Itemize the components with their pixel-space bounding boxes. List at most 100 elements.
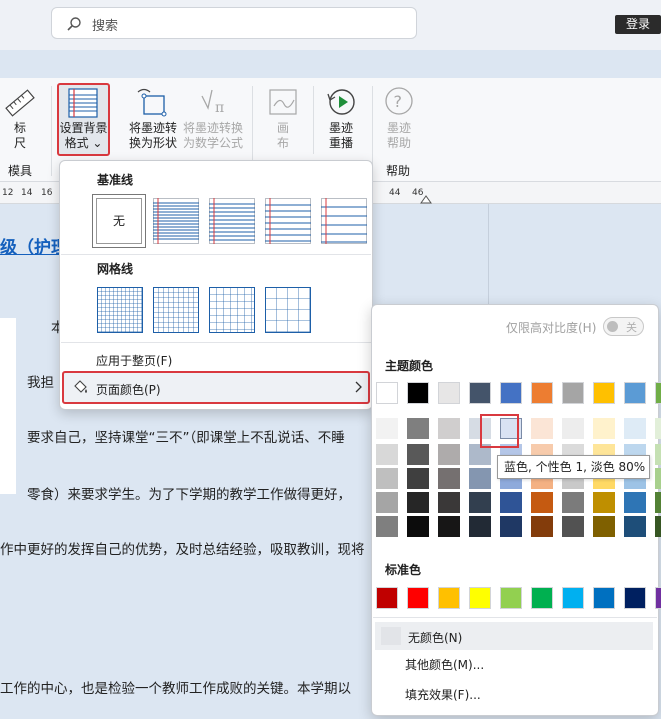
theme-shade-swatch[interactable] [407, 418, 429, 439]
search-icon [67, 17, 81, 31]
theme-shade-swatch[interactable] [655, 418, 661, 439]
grid-medium-option[interactable] [209, 287, 255, 333]
theme-shade-swatch[interactable] [469, 516, 491, 537]
theme-shade-swatch[interactable] [655, 516, 661, 537]
ruler-number: 16 [41, 188, 53, 198]
theme-shade-swatch[interactable] [407, 468, 429, 489]
ruler-button[interactable]: 标 尺 [6, 121, 34, 151]
standard-color-swatch[interactable] [469, 587, 491, 609]
theme-shade-swatch[interactable] [376, 492, 398, 513]
theme-shade-swatch[interactable] [562, 516, 584, 537]
canvas-button[interactable]: 画 布 [270, 121, 296, 151]
ribbon-divider [313, 86, 314, 154]
standard-color-swatch[interactable] [376, 587, 398, 609]
theme-shade-swatch[interactable] [655, 492, 661, 513]
theme-shade-swatch[interactable] [562, 418, 584, 439]
standard-color-swatch[interactable] [624, 587, 646, 609]
theme-shade-swatch[interactable] [593, 492, 615, 513]
theme-shade-swatch[interactable] [438, 516, 460, 537]
theme-color-swatch[interactable] [500, 382, 522, 404]
baseline-none-option[interactable]: 无 [92, 194, 146, 248]
theme-shade-swatch[interactable] [469, 492, 491, 513]
theme-shade-swatch[interactable] [562, 492, 584, 513]
grid-medium-small-option[interactable] [153, 287, 199, 333]
ink-to-math-button[interactable]: 将墨迹转换 为数学公式 [180, 121, 246, 151]
theme-shade-swatch[interactable] [407, 492, 429, 513]
theme-shade-swatch[interactable] [376, 444, 398, 465]
baseline-narrow-option[interactable] [153, 198, 199, 244]
theme-shade-swatch[interactable] [376, 516, 398, 537]
theme-shade-swatch[interactable] [593, 418, 615, 439]
standard-color-swatch[interactable] [655, 587, 661, 609]
standard-color-swatch[interactable] [407, 587, 429, 609]
group-label-help: 帮助 [386, 164, 411, 178]
theme-shade-swatch[interactable] [624, 516, 646, 537]
ink-help-button[interactable]: 墨迹 帮助 [381, 121, 417, 151]
theme-color-swatch[interactable] [438, 382, 460, 404]
toggle-state: 关 [626, 321, 637, 334]
standard-color-swatch[interactable] [438, 587, 460, 609]
standard-color-swatch[interactable] [562, 587, 584, 609]
ink-to-shape-button[interactable]: 将墨迹转 换为形状 [122, 121, 184, 151]
background-format-label: 设置背景 格式 ⌄ [59, 121, 108, 150]
ribbon-divider [51, 86, 52, 176]
ruler-number: 44 [389, 188, 401, 198]
theme-shade-swatch[interactable] [407, 516, 429, 537]
chevron-right-icon [355, 381, 362, 393]
theme-color-swatch[interactable] [655, 382, 661, 404]
theme-shade-swatch[interactable] [376, 418, 398, 439]
theme-shade-swatch[interactable] [624, 418, 646, 439]
theme-color-swatch[interactable] [531, 382, 553, 404]
theme-shade-swatch[interactable] [593, 516, 615, 537]
apply-to-all-pages-option[interactable]: 应用于整页(F) [96, 352, 172, 369]
theme-shade-swatch[interactable] [438, 418, 460, 439]
theme-color-swatch[interactable] [376, 382, 398, 404]
standard-color-swatch[interactable] [593, 587, 615, 609]
theme-shade-swatch[interactable] [500, 516, 522, 537]
theme-shade-swatch[interactable] [531, 516, 553, 537]
theme-shade-swatch[interactable] [624, 492, 646, 513]
document-line: 工作的中心，也是检验一个教师工作成败的关键。本学期以 [0, 681, 351, 697]
theme-shade-swatch[interactable] [376, 468, 398, 489]
theme-shade-swatch[interactable] [407, 444, 429, 465]
ink-to-math-icon: π [201, 89, 224, 116]
theme-shade-swatch[interactable] [655, 444, 661, 465]
theme-shade-swatch[interactable] [438, 492, 460, 513]
theme-color-swatch[interactable] [407, 382, 429, 404]
more-colors-option[interactable]: 其他颜色(M)... [405, 656, 484, 673]
ruler-number: 12 [2, 188, 14, 198]
grid-small-option[interactable] [97, 287, 143, 333]
svg-text:π: π [215, 100, 224, 116]
toggle-knob [607, 321, 618, 332]
theme-shade-swatch[interactable] [531, 418, 553, 439]
baseline-small-option[interactable] [209, 198, 255, 244]
ink-replay-button[interactable]: 墨迹 重播 [323, 121, 359, 151]
fill-effects-option[interactable]: 填充效果(F)... [405, 686, 481, 703]
theme-shade-swatch[interactable] [531, 492, 553, 513]
standard-color-swatch[interactable] [500, 587, 522, 609]
indent-marker-icon[interactable] [420, 194, 432, 204]
theme-shade-swatch[interactable] [438, 444, 460, 465]
search-box[interactable]: 搜索 [51, 7, 417, 39]
paint-bucket-icon [74, 380, 87, 393]
grid-large-option[interactable] [265, 287, 311, 333]
theme-color-swatch[interactable] [593, 382, 615, 404]
menu-divider [61, 254, 371, 255]
theme-shade-swatch[interactable] [655, 468, 661, 489]
theme-color-swatch[interactable] [624, 382, 646, 404]
theme-shade-swatch[interactable] [469, 468, 491, 489]
high-contrast-toggle[interactable]: 关 [603, 317, 644, 336]
none-swatch: 无 [96, 198, 142, 244]
no-color-label: 无颜色(N) [408, 631, 463, 645]
theme-color-swatch[interactable] [562, 382, 584, 404]
theme-shade-swatch[interactable] [500, 492, 522, 513]
standard-color-swatch[interactable] [531, 587, 553, 609]
menu-divider [373, 617, 657, 618]
document-line: 我担 [27, 375, 54, 391]
login-button[interactable]: 登录 [615, 15, 661, 34]
baseline-wide-option[interactable] [321, 198, 367, 244]
theme-color-swatch[interactable] [469, 382, 491, 404]
baseline-medium-option[interactable] [265, 198, 311, 244]
theme-shade-swatch[interactable] [438, 468, 460, 489]
page-color-label: 页面颜色(P) [96, 383, 161, 397]
